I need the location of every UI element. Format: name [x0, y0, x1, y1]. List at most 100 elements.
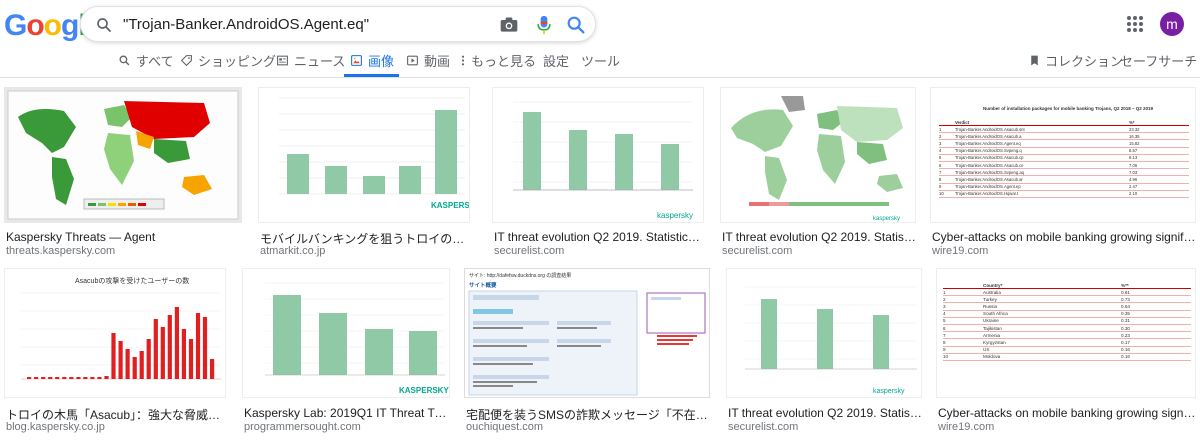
table-cell: Kyrgyzstan: [983, 339, 1006, 345]
tab-shopping[interactable]: ショッピング: [180, 51, 276, 70]
image-result[interactable]: KASPERSKY Kaspersky Lab: 2019Q1 IT Threa…: [242, 268, 450, 438]
chart-bar: [174, 307, 179, 379]
table-cell: 2.10: [1129, 191, 1138, 197]
result-caption[interactable]: Kaspersky Threats — Agent: [6, 230, 242, 244]
table-row: 4 South Africa 0.35: [943, 310, 1191, 318]
image-result[interactable]: kaspersky IT threat evolution Q2 2019. S…: [720, 87, 916, 257]
table-row: 7 Trojan-Banker.AndroidOS.Svpeng.aq 7.03: [939, 169, 1189, 176]
result-caption[interactable]: Kaspersky Lab: 2019Q1 IT Threat Trends S…: [244, 406, 450, 420]
image-result[interactable]: Asacubの攻撃を受けたユーザーの数 トロイの木馬「Asacub」：強大な脅威…: [4, 268, 226, 438]
video-icon: [407, 55, 418, 66]
image-result[interactable]: Country* %** 1 Australia 0.81 2 Turkey 0.73 3 R…: [936, 268, 1196, 438]
table-row: 5 Trojan-Banker.AndroidOS.Asacub.cp 8.13: [939, 154, 1189, 162]
chart-bar: [125, 349, 130, 379]
table-cell: 3: [943, 303, 946, 309]
table-cell: 9: [943, 347, 946, 353]
thumbnail-world-map[interactable]: [4, 87, 242, 223]
thumbnail-bar-chart[interactable]: kaspersky: [726, 268, 922, 398]
tag-icon: [180, 55, 192, 67]
result-source: wire19.com: [932, 245, 989, 257]
collections-link[interactable]: コレクション: [1028, 51, 1123, 70]
tab-tools[interactable]: ツール: [581, 51, 620, 70]
table-row: 2 Turkey 0.73: [943, 296, 1191, 303]
camera-icon[interactable]: [499, 15, 519, 35]
table-cell: 0.23: [1121, 332, 1130, 338]
news-icon: [277, 55, 288, 66]
chart-bar: [111, 333, 116, 379]
tab-news[interactable]: ニュース: [276, 51, 345, 70]
bookmark-icon: [1031, 55, 1038, 66]
table-row: 4 Trojan-Banker.AndroidOS.Svpeng.q 8.57: [939, 147, 1189, 155]
microphone-icon[interactable]: [534, 14, 554, 36]
table-row: 6 Tajikistan 0.30: [943, 324, 1191, 332]
search-button-icon[interactable]: [565, 14, 587, 36]
image-result[interactable]: Kaspersky Threats — Agent threats.kasper…: [4, 87, 244, 257]
chart-bar: [210, 359, 215, 379]
table-cell: 0.31: [1121, 318, 1130, 324]
chart-bar: [104, 376, 109, 379]
tab-all[interactable]: すべて: [118, 51, 174, 70]
table-cell: 2: [943, 296, 946, 302]
thumbnail-world-map[interactable]: kaspersky: [720, 87, 916, 223]
table-cell: 0.64: [1121, 303, 1130, 309]
tab-videos[interactable]: 動画: [406, 51, 450, 70]
search-input[interactable]: "Trojan-Banker.AndroidOS.Agent.eq": [123, 16, 369, 33]
kaspersky-logo: kaspersky: [873, 388, 905, 395]
chart-bar: [48, 377, 53, 379]
chart-bar: [41, 377, 46, 379]
safesearch-label: セーフサーチ: [1120, 54, 1198, 69]
avatar[interactable]: m: [1160, 12, 1184, 36]
image-result[interactable]: サイト: http://dafefsw.duckdns.org の調査結果 サイ…: [464, 268, 710, 438]
chart-bar: [160, 327, 165, 379]
tab-images[interactable]: 画像: [350, 51, 394, 70]
result-caption[interactable]: IT threat evolution Q2 2019. Statistics …: [722, 230, 916, 244]
tab-settings-label: 設定: [543, 54, 570, 69]
thumbnail-table-data: Country* %** 1 Australia 0.81 2 Turkey 0.73 3 R…: [943, 283, 1191, 361]
thumbnail-bar-chart[interactable]: KASPERSKY: [242, 268, 450, 398]
thumbnail-bar-chart[interactable]: kaspersky: [492, 87, 704, 223]
table-cell: 7.06: [1129, 162, 1138, 168]
image-result[interactable]: kaspersky IT threat evolution Q2 2019. S…: [492, 87, 704, 257]
table-cell: Turkey: [983, 296, 997, 302]
table-row: 10 Trojan-Banker.AndroidOS.Hqwar.t 2.10: [939, 190, 1189, 198]
thumbnail-table[interactable]: Number of installation packages for mobi…: [930, 87, 1196, 223]
table-cell: 5: [943, 318, 946, 324]
chart-bar: [118, 341, 123, 379]
thumbnail-bar-chart[interactable]: Asacubの攻撃を受けたユーザーの数: [4, 268, 226, 398]
thumbnail-webpage[interactable]: サイト: http://dafefsw.duckdns.org の調査結果 サイ…: [464, 268, 710, 398]
chart-bar: [62, 377, 67, 379]
kaspersky-logo: kaspersky: [657, 211, 693, 220]
table-cell: 9: [939, 184, 942, 190]
result-caption[interactable]: Cyber-attacks on mobile banking growing …: [938, 406, 1196, 420]
apps-grid-icon[interactable]: [1127, 16, 1143, 32]
result-source: threats.kaspersky.com: [6, 245, 116, 257]
table-cell: US: [983, 347, 990, 353]
table-cell: 6: [939, 162, 942, 168]
table-cell: Trojan-Banker.AndroidOS.Asacub.ar: [955, 176, 1023, 182]
tab-more[interactable]: もっと見る: [460, 51, 536, 70]
search-box[interactable]: "Trojan-Banker.AndroidOS.Agent.eq": [80, 6, 596, 42]
result-caption[interactable]: IT threat evolution Q2 2019. Statistics …: [728, 406, 922, 420]
table-row: 1 Australia 0.81: [943, 289, 1191, 296]
image-result[interactable]: KASPERSKY モバイルバンキングを狙うトロイの木馬が急増… atmarki…: [258, 87, 470, 257]
image-result[interactable]: kaspersky IT threat evolution Q2 2019. S…: [726, 268, 922, 438]
table-row: 9 US 0.16: [943, 346, 1191, 354]
table-cell: 0.16: [1121, 347, 1130, 353]
chart-bar: [167, 315, 172, 379]
table-cell: 15.82: [1129, 140, 1140, 146]
search-icon: [119, 55, 130, 66]
collections-label: コレクション: [1045, 54, 1124, 69]
result-caption[interactable]: IT threat evolution Q2 2019. Statistics …: [494, 230, 704, 244]
thumbnail-table[interactable]: Country* %** 1 Australia 0.81 2 Turkey 0.73 3 R…: [936, 268, 1196, 398]
safesearch-dropdown[interactable]: セーフサーチ: [1120, 51, 1200, 70]
tab-settings[interactable]: 設定: [543, 51, 569, 70]
chart-bar: [153, 319, 158, 379]
table-row: 10 Moldova 0.16: [943, 353, 1191, 361]
result-caption[interactable]: Cyber-attacks on mobile banking growing …: [932, 230, 1196, 244]
table-row: 1 Trojan-Banker.AndroidOS.Asacub.snt 23.32: [939, 126, 1189, 133]
image-result[interactable]: Number of installation packages for mobi…: [930, 87, 1196, 257]
thumbnail-bar-chart[interactable]: KASPERSKY: [258, 87, 470, 223]
tab-all-label: すべて: [136, 54, 174, 69]
table-cell: 0.17: [1121, 339, 1130, 345]
kaspersky-logo: KASPERSKY: [399, 386, 449, 395]
